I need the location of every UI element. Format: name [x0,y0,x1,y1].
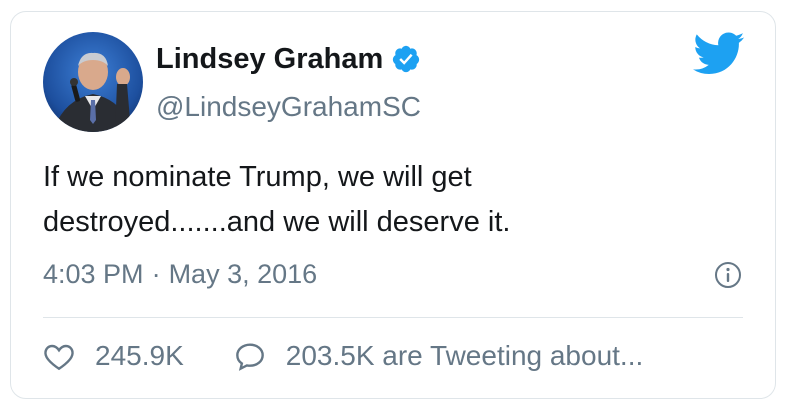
author-handle[interactable]: @LindseyGrahamSC [156,90,421,124]
like-count: 245.9K [95,340,184,371]
like-button[interactable]: 245.9K [43,339,184,373]
tweet-date[interactable]: May 3, 2016 [169,259,318,289]
twitter-bird-icon[interactable] [693,32,745,76]
author-name-row[interactable]: Lindsey Graham [156,42,421,76]
tweeting-about-link[interactable]: 203.5K are Tweeting about... [234,339,644,373]
info-icon[interactable] [714,261,742,289]
meta-separator: · [151,259,161,289]
divider [43,317,743,318]
avatar-photo [43,32,143,132]
tweet-actions: 245.9K 203.5K are Tweeting about... [43,339,643,373]
tweet-card[interactable]: Lindsey Graham @LindseyGrahamSC If we no… [10,11,776,399]
speech-bubble-icon [235,343,264,371]
tweet-time[interactable]: 4:03 PM [43,259,144,289]
author-display-name[interactable]: Lindsey Graham [156,42,383,76]
heart-icon [44,344,74,371]
tweet-text-line-2: destroyed.......and we will deserve it. [43,206,511,238]
avatar[interactable] [43,32,143,132]
tweet-text: If we nominate Trump, we will get destro… [43,155,733,245]
tweet-text-line-1: If we nominate Trump, we will get [43,161,472,193]
tweeting-about-count: 203.5K are Tweeting about... [285,340,644,371]
tweet-timestamp[interactable]: 4:03 PM · May 3, 2016 [43,257,317,291]
verified-badge-icon [391,44,421,74]
